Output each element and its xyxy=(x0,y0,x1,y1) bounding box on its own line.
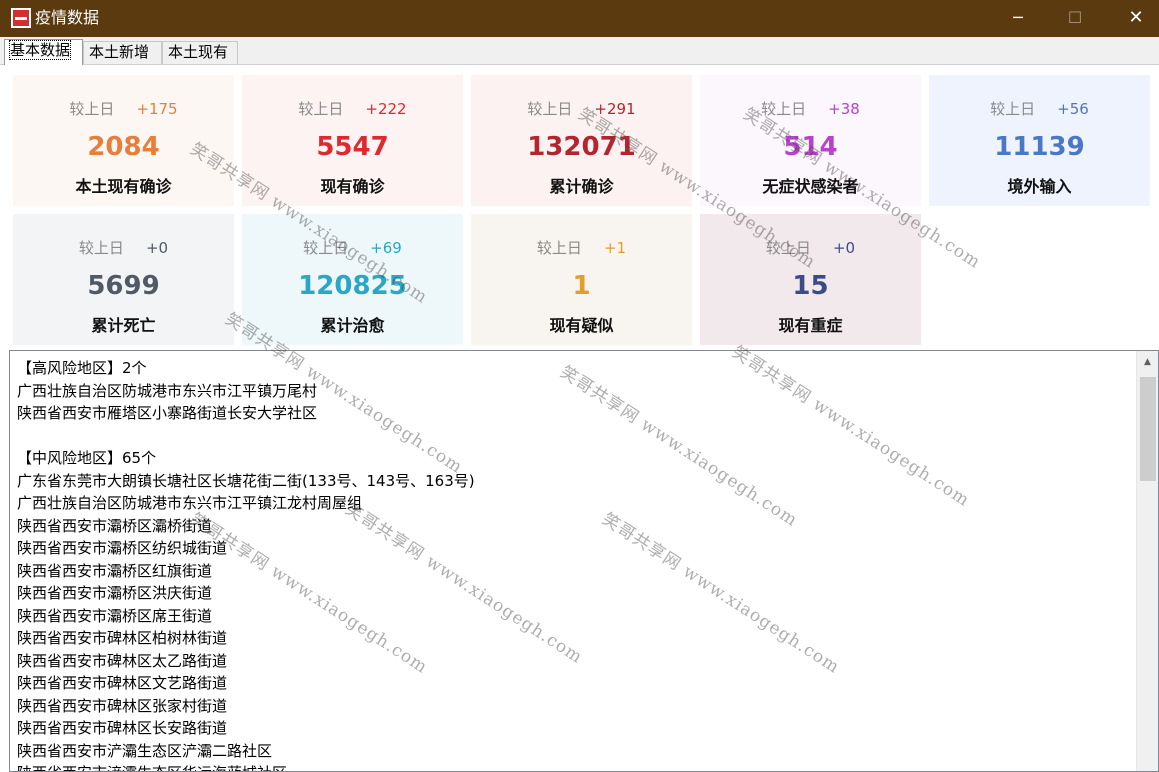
compare-label: 较上日 xyxy=(536,239,582,257)
stat-label: 现有重症 xyxy=(778,316,843,335)
maximize-button[interactable]: ☐ xyxy=(1052,0,1098,37)
stat-value: 2084 xyxy=(87,132,160,162)
stat-card-recovered: 较上日 +69 120825 累计治愈 xyxy=(242,214,463,345)
tab-basic-data[interactable]: 基本数据 xyxy=(4,39,83,65)
delta-value: +0 xyxy=(832,239,856,257)
stat-value: 1 xyxy=(572,271,591,301)
tab-label: 基本数据 xyxy=(8,40,72,60)
delta-value: +69 xyxy=(370,239,402,257)
tab-bar: 基本数据 本土新增 本土现有 xyxy=(0,37,1159,65)
delta-value: +0 xyxy=(145,239,169,257)
stat-value: 5547 xyxy=(316,132,389,162)
stat-value: 120825 xyxy=(298,271,407,301)
compare-label: 较上日 xyxy=(761,100,807,118)
text-line: 陕西省西安市灞桥区灞桥街道 xyxy=(17,516,213,535)
text-line: 【中风险地区】65个 xyxy=(17,449,157,467)
stat-card-deaths: 较上日 +0 5699 累计死亡 xyxy=(13,214,234,345)
tab-label: 本土新增 xyxy=(89,43,150,61)
compare-label: 较上日 xyxy=(303,239,349,257)
stat-label: 累计确诊 xyxy=(549,177,614,196)
title-bar: 疫情数据 ─ ☐ ✕ xyxy=(0,0,1159,37)
text-line: 陕西省西安市碑林区张家村街道 xyxy=(17,696,228,715)
scroll-up-arrow-icon[interactable]: ▲ xyxy=(1137,351,1158,373)
delta-value: +56 xyxy=(1057,100,1089,118)
stat-card-imported: 较上日 +56 11139 境外输入 xyxy=(929,75,1150,206)
window-title: 疫情数据 xyxy=(35,8,100,27)
stat-card-suspected: 较上日 +1 1 现有疑似 xyxy=(471,214,692,345)
stat-label: 现有确诊 xyxy=(320,177,385,196)
delta-value: +1 xyxy=(603,239,627,257)
stat-label: 现有疑似 xyxy=(549,316,614,335)
stat-label: 累计死亡 xyxy=(91,316,156,335)
stat-card-local-confirmed: 较上日 +175 2084 本土现有确诊 xyxy=(13,75,234,206)
stat-value: 5699 xyxy=(87,271,160,301)
text-line: 【高风险地区】2个 xyxy=(17,359,147,377)
text-line: 陕西省西安市灞桥区纺织城街道 xyxy=(17,539,228,557)
tab-local-existing[interactable]: 本土现有 xyxy=(162,41,238,64)
delta-value: +38 xyxy=(828,100,860,118)
stat-label: 无症状感染者 xyxy=(762,177,859,196)
delta-value: +175 xyxy=(136,100,178,118)
stat-label: 境外输入 xyxy=(1007,177,1072,196)
text-line: 陕西省西安市浐灞生态区浐灞二路社区 xyxy=(17,741,273,760)
text-line: 陕西省西安市碑林区柏树林街道 xyxy=(17,629,228,647)
vertical-scrollbar[interactable]: ▲ xyxy=(1136,351,1158,771)
compare-label: 较上日 xyxy=(69,100,115,118)
text-line: 陕西省西安市浐灞生态区华远海蓝城社区 xyxy=(17,762,1127,771)
stat-card-total-confirmed: 较上日 +291 132071 累计确诊 xyxy=(471,75,692,206)
risk-area-textbox[interactable]: 【高风险地区】2个 广西壮族自治区防城港市东兴市江平镇万尾村 陕西省西安市雁塔区… xyxy=(9,350,1159,772)
text-line xyxy=(17,425,1127,448)
text-line: 陕西省西安市碑林区长安路街道 xyxy=(17,719,228,737)
stat-value: 15 xyxy=(792,271,829,301)
stats-panel: 较上日 +175 2084 本土现有确诊 较上日 +222 5547 现有确诊 较上… xyxy=(0,65,1159,348)
tab-label: 本土现有 xyxy=(168,43,229,61)
stat-value: 132071 xyxy=(527,132,636,162)
text-line: 广西壮族自治区防城港市东兴市江平镇万尾村 xyxy=(17,381,318,400)
stat-card-asymptomatic: 较上日 +38 514 无症状感染者 xyxy=(700,75,921,206)
stat-value: 514 xyxy=(783,132,838,162)
compare-label: 较上日 xyxy=(78,239,124,257)
delta-value: +222 xyxy=(365,100,407,118)
delta-value: +291 xyxy=(594,100,636,118)
stat-card-current-confirmed: 较上日 +222 5547 现有确诊 xyxy=(242,75,463,206)
text-line: 陕西省西安市灞桥区红旗街道 xyxy=(17,561,213,580)
scrollbar-thumb[interactable] xyxy=(1140,377,1156,481)
close-button[interactable]: ✕ xyxy=(1113,0,1159,37)
text-line: 广西壮族自治区防城港市东兴市江平镇江龙村周屋组 xyxy=(17,494,363,512)
compare-label: 较上日 xyxy=(765,239,811,257)
stat-card-severe: 较上日 +0 15 现有重症 xyxy=(700,214,921,345)
stat-label: 累计治愈 xyxy=(320,316,385,335)
text-line: 陕西省西安市碑林区太乙路街道 xyxy=(17,651,228,670)
tab-local-new[interactable]: 本土新增 xyxy=(83,41,162,64)
stat-value: 11139 xyxy=(994,132,1085,162)
compare-label: 较上日 xyxy=(527,100,573,118)
risk-area-text: 【高风险地区】2个 广西壮族自治区防城港市东兴市江平镇万尾村 陕西省西安市雁塔区… xyxy=(17,357,1127,771)
app-icon xyxy=(11,8,31,28)
stat-label: 本土现有确诊 xyxy=(75,177,172,196)
text-line: 陕西省西安市雁塔区小寨路街道长安大学社区 xyxy=(17,404,318,422)
minimize-button[interactable]: ─ xyxy=(995,0,1041,37)
compare-label: 较上日 xyxy=(990,100,1036,118)
compare-label: 较上日 xyxy=(298,100,344,118)
text-line: 陕西省西安市碑林区文艺路街道 xyxy=(17,674,228,692)
text-line: 广东省东莞市大朗镇长塘社区长塘花街二街(133号、143号、163号) xyxy=(17,471,475,490)
text-line: 陕西省西安市灞桥区洪庆街道 xyxy=(17,584,213,602)
text-line: 陕西省西安市灞桥区席王街道 xyxy=(17,606,213,625)
